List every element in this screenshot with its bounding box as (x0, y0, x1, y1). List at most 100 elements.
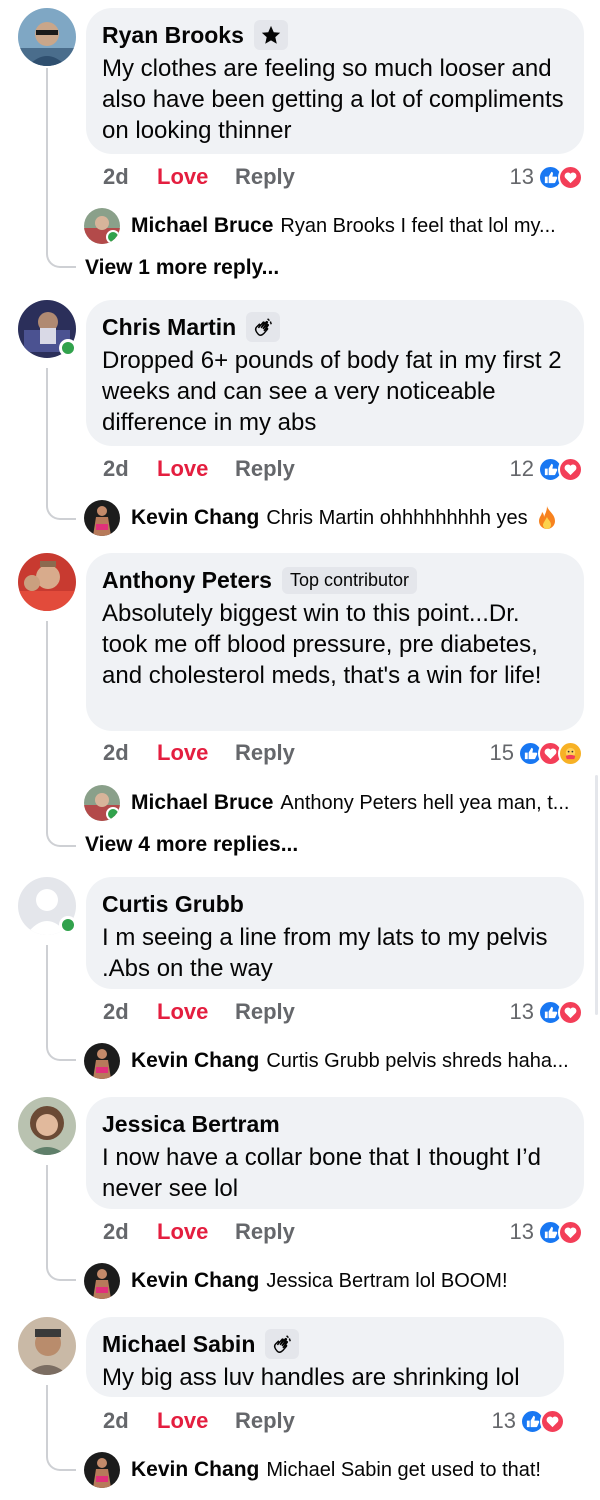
reply-author[interactable]: Michael Bruce (131, 791, 273, 815)
reply-avatar[interactable] (84, 1452, 120, 1488)
wave-hand-badge-icon[interactable] (246, 312, 281, 342)
comment-author[interactable]: Ryan Brooks (102, 22, 244, 49)
comment-bubble: Jessica Bertram I now have a collar bone… (86, 1097, 584, 1209)
comment-actions: 2d Love Reply 12 (103, 452, 583, 486)
reply-avatar[interactable] (84, 500, 120, 536)
reply-button[interactable]: Reply (235, 456, 295, 482)
reply-preview[interactable]: Michael Bruce Ryan Brooks I feel that lo… (84, 208, 556, 244)
reply-button[interactable]: Reply (235, 1408, 295, 1434)
comment-author[interactable]: Chris Martin (102, 314, 236, 341)
reply-avatar[interactable] (84, 1043, 120, 1079)
reply-avatar[interactable] (84, 1263, 120, 1299)
love-reaction-icon (558, 999, 583, 1025)
comment-actions: 2d Love Reply 13 (103, 1215, 583, 1249)
love-button[interactable]: Love (157, 999, 235, 1025)
reply-author[interactable]: Kevin Chang (131, 1269, 259, 1293)
star-badge-icon[interactable] (253, 20, 288, 50)
reply-button[interactable]: Reply (235, 740, 295, 766)
reply-preview[interactable]: Kevin Chang Curtis Grubb pelvis shreds h… (84, 1043, 569, 1079)
comment-text: Absolutely biggest win to this point...D… (102, 600, 542, 689)
reply-author[interactable]: Kevin Chang (131, 1049, 259, 1073)
wave-hand-badge-icon[interactable] (265, 1329, 300, 1359)
reply-preview[interactable]: Michael Bruce Anthony Peters hell yea ma… (84, 785, 569, 821)
reply-button[interactable]: Reply (235, 999, 295, 1025)
comment-time[interactable]: 2d (103, 164, 157, 190)
comment-author[interactable]: Anthony Peters (102, 567, 272, 594)
comment-time[interactable]: 2d (103, 1408, 157, 1434)
avatar[interactable] (18, 8, 76, 66)
comment-text: My big ass luv handles are shrinking lol (102, 1364, 520, 1391)
reply-text: Jessica Bertram lol BOOM! (266, 1269, 508, 1292)
love-button[interactable]: Love (157, 1408, 235, 1434)
love-button[interactable]: Love (157, 456, 235, 482)
comment-text: Dropped 6+ pounds of body fat in my firs… (102, 347, 562, 436)
comment-bubble: Anthony Peters Top contributor Absolutel… (86, 553, 584, 731)
care-reaction-icon (558, 740, 583, 766)
comment-text: I m seeing a line from my lats to my pel… (102, 924, 548, 982)
love-reaction-icon (558, 456, 583, 482)
avatar[interactable] (18, 553, 76, 611)
reply-preview[interactable]: Kevin Chang Chris Martin ohhhhhhhhh yes (84, 500, 558, 536)
reply-button[interactable]: Reply (235, 1219, 295, 1245)
reaction-count: 15 (489, 740, 514, 765)
reaction-summary[interactable]: 15 (490, 740, 583, 766)
avatar[interactable] (18, 1317, 76, 1375)
reply-author[interactable]: Kevin Chang (131, 506, 259, 530)
scrollbar[interactable] (595, 775, 598, 1015)
comment-author[interactable]: Jessica Bertram (102, 1111, 280, 1138)
comment-bubble: Ryan Brooks My clothes are feeling so mu… (86, 8, 584, 154)
reply-text: Chris Martin ohhhhhhhhh yes (266, 506, 528, 529)
reaction-summary[interactable]: 13 (510, 1219, 583, 1245)
reaction-summary[interactable]: 13 (510, 164, 583, 190)
comment-author[interactable]: Curtis Grubb (102, 891, 244, 918)
comment-author[interactable]: Michael Sabin (102, 1331, 255, 1358)
reply-author[interactable]: Michael Bruce (131, 214, 273, 238)
comment-time[interactable]: 2d (103, 456, 157, 482)
comment-actions: 2d Love Reply 13 (103, 160, 583, 194)
love-reaction-icon (540, 1408, 565, 1434)
online-status-icon (59, 339, 77, 357)
love-button[interactable]: Love (157, 1219, 235, 1245)
reaction-summary[interactable]: 13 (510, 999, 583, 1025)
comment-text: My clothes are feeling so much looser an… (102, 55, 564, 144)
comment-actions: 2d Love Reply 15 (103, 736, 583, 770)
reply-text: Anthony Peters hell yea man, t... (280, 791, 570, 814)
love-reaction-icon (558, 1219, 583, 1245)
reply-author[interactable]: Kevin Chang (131, 1458, 259, 1482)
comment-time[interactable]: 2d (103, 1219, 157, 1245)
online-status-icon (106, 807, 120, 821)
view-more-replies[interactable]: View 1 more reply... (85, 256, 279, 280)
online-status-icon (59, 916, 77, 934)
reply-preview[interactable]: Kevin Chang Jessica Bertram lol BOOM! (84, 1263, 508, 1299)
love-reaction-icon (558, 164, 583, 190)
reaction-count: 13 (509, 1219, 534, 1244)
reaction-count: 12 (509, 456, 534, 481)
reaction-count: 13 (509, 999, 534, 1024)
reply-text: Ryan Brooks I feel that lol my... (280, 214, 556, 237)
reply-avatar[interactable] (84, 208, 120, 244)
thread-line (46, 621, 76, 847)
love-button[interactable]: Love (157, 740, 235, 766)
thread-line (46, 1385, 76, 1471)
comment-bubble: Chris Martin Dropped 6+ pounds of body f… (86, 300, 584, 446)
thread-line (46, 68, 76, 268)
reply-button[interactable]: Reply (235, 164, 295, 190)
fire-emoji-icon (536, 505, 558, 531)
love-button[interactable]: Love (157, 164, 235, 190)
reply-avatar[interactable] (84, 785, 120, 821)
comment-time[interactable]: 2d (103, 740, 157, 766)
reply-preview[interactable]: Kevin Chang Michael Sabin get used to th… (84, 1452, 541, 1488)
reaction-summary[interactable]: 13 (492, 1408, 565, 1434)
thread-line (46, 1165, 76, 1281)
avatar[interactable] (18, 1097, 76, 1155)
thread-line (46, 368, 76, 520)
reaction-count: 13 (509, 164, 534, 189)
reaction-summary[interactable]: 12 (510, 456, 583, 482)
thread-line (46, 945, 76, 1061)
comment-time[interactable]: 2d (103, 999, 157, 1025)
comment-actions: 2d Love Reply 13 (103, 995, 583, 1029)
reply-text: Michael Sabin get used to that! (266, 1458, 541, 1481)
top-contributor-badge[interactable]: Top contributor (281, 566, 418, 594)
view-more-replies[interactable]: View 4 more replies... (85, 833, 298, 857)
comment-text: I now have a collar bone that I thought … (102, 1144, 541, 1202)
